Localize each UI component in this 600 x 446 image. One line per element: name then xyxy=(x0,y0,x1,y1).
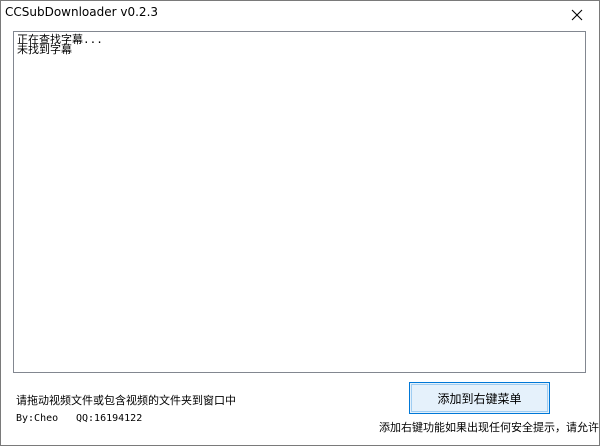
add-context-menu-button[interactable]: 添加到右键菜单 xyxy=(409,382,550,414)
close-button[interactable] xyxy=(554,1,599,28)
qq-label: QQ:16194122 xyxy=(76,413,143,424)
author-label: By:Cheo xyxy=(16,413,59,424)
close-icon xyxy=(571,9,582,20)
security-warning-label: 添加右键功能如果出现任何安全提示，请允许 xyxy=(379,421,599,434)
log-line: 未找到字幕 xyxy=(17,43,72,56)
add-context-menu-button-label: 添加到右键菜单 xyxy=(437,391,522,406)
window-title: CCSubDownloader v0.2.3 xyxy=(5,5,159,19)
app-window: CCSubDownloader v0.2.3 正在查找字幕... 未找到字幕 请… xyxy=(0,0,600,446)
title-bar[interactable]: CCSubDownloader v0.2.3 xyxy=(1,1,599,28)
drag-hint-label: 请拖动视频文件或包含视频的文件夹到窗口中 xyxy=(16,394,236,407)
log-textarea[interactable]: 正在查找字幕... 未找到字幕 xyxy=(13,31,586,373)
log-line: 正在查找字幕... xyxy=(17,33,103,46)
